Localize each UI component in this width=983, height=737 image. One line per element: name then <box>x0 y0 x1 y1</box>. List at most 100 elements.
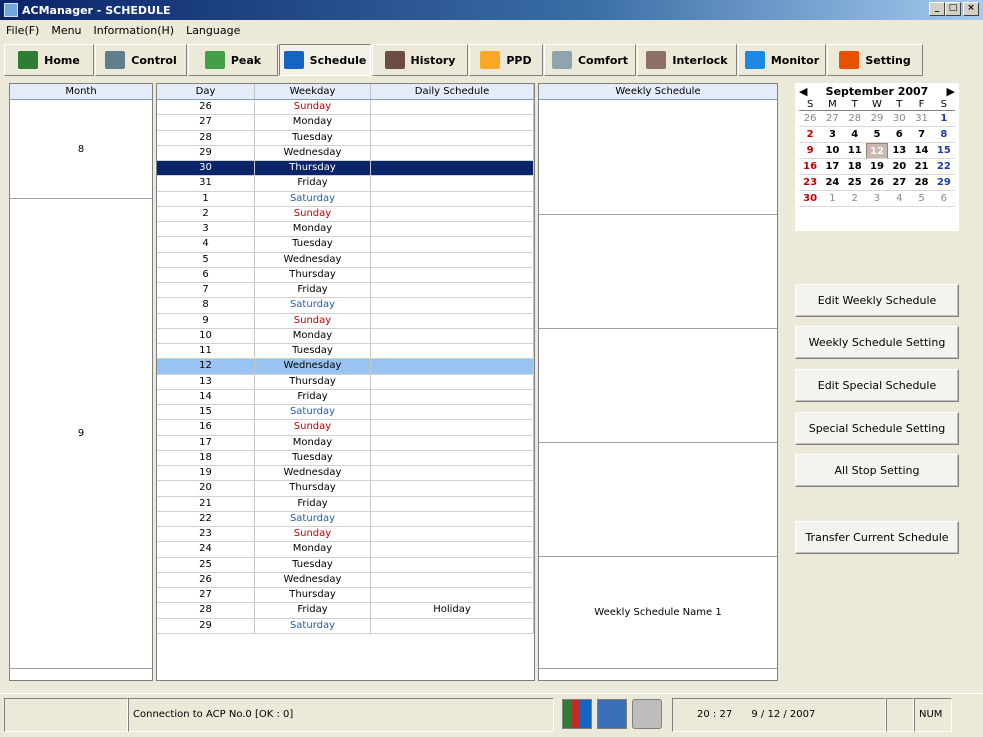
table-row[interactable]: 1 Saturday <box>157 191 534 207</box>
network-status-icon[interactable] <box>597 699 627 729</box>
table-row[interactable]: 12 Wednesday <box>157 359 534 375</box>
all-stop-setting-button[interactable]: All Stop Setting <box>795 454 959 487</box>
table-row[interactable]: 20 Thursday <box>157 481 534 497</box>
calendar-day[interactable]: 3 <box>821 127 844 143</box>
peak-status-icon[interactable] <box>562 699 592 729</box>
table-row[interactable]: 3 Monday <box>157 222 534 238</box>
calendar-day[interactable]: 4 <box>843 127 866 143</box>
table-row[interactable]: 8 Saturday <box>157 298 534 314</box>
prev-month-icon[interactable]: ◀ <box>799 85 807 98</box>
calendar-day[interactable]: 12 <box>865 143 889 159</box>
calendar-day[interactable]: 3 <box>865 191 889 207</box>
table-row[interactable]: 2 Sunday <box>157 206 534 222</box>
calendar-day[interactable]: 5 <box>910 191 933 207</box>
weekly-block[interactable] <box>539 101 777 215</box>
table-row[interactable]: 15 Saturday <box>157 405 534 421</box>
table-row[interactable]: 6 Thursday <box>157 267 534 283</box>
calendar-day[interactable]: 6 <box>888 127 911 143</box>
calendar-day[interactable]: 5 <box>865 127 889 143</box>
special-schedule-setting-button[interactable]: Special Schedule Setting <box>795 412 959 445</box>
calendar-day[interactable]: 1 <box>821 191 844 207</box>
table-row[interactable]: 21 Friday <box>157 496 534 512</box>
toolbar-peak-button[interactable]: Peak <box>188 44 278 76</box>
toolbar-control-button[interactable]: Control <box>95 44 187 76</box>
calendar-day[interactable]: 28 <box>910 175 933 191</box>
calendar-day[interactable]: 16 <box>799 159 822 175</box>
calendar-day[interactable]: 2 <box>843 191 866 207</box>
table-row[interactable]: 11 Tuesday <box>157 344 534 360</box>
table-row[interactable]: 26 Wednesday <box>157 572 534 588</box>
table-row[interactable]: 13 Thursday <box>157 374 534 390</box>
table-row[interactable]: 26 Sunday <box>157 100 534 116</box>
calendar-day[interactable]: 11 <box>843 143 866 159</box>
table-row[interactable]: 17 Monday <box>157 435 534 451</box>
menu-file[interactable]: File(F) <box>0 24 45 37</box>
table-row[interactable]: 28 Tuesday <box>157 130 534 146</box>
calendar-day[interactable]: 10 <box>821 143 844 159</box>
weekly-schedule-setting-button[interactable]: Weekly Schedule Setting <box>795 326 959 359</box>
table-row[interactable]: 28 Friday Holiday <box>157 603 534 619</box>
toolbar-monitor-button[interactable]: Monitor <box>738 44 826 76</box>
toolbar-home-button[interactable]: Home <box>4 44 94 76</box>
weekly-block[interactable] <box>539 329 777 443</box>
calendar-day[interactable]: 4 <box>888 191 911 207</box>
calendar-day[interactable]: 6 <box>932 191 955 207</box>
toolbar-ppd-button[interactable]: PPD <box>469 44 543 76</box>
calendar-day[interactable]: 2 <box>799 127 822 143</box>
minimize-button[interactable]: _ <box>929 2 945 16</box>
weekly-block[interactable]: Weekly Schedule Name 1 <box>539 557 777 669</box>
maximize-button[interactable]: □ <box>945 2 961 16</box>
calendar-day[interactable]: 25 <box>843 175 866 191</box>
table-row[interactable]: 4 Tuesday <box>157 237 534 253</box>
calendar-day[interactable]: 17 <box>821 159 844 175</box>
edit-weekly-schedule-button[interactable]: Edit Weekly Schedule <box>795 284 959 317</box>
table-row[interactable]: 29 Wednesday <box>157 145 534 161</box>
calendar-day[interactable]: 28 <box>843 111 866 127</box>
calendar-day[interactable]: 30 <box>888 111 911 127</box>
table-row[interactable]: 29 Saturday <box>157 618 534 634</box>
calendar-day[interactable]: 31 <box>910 111 933 127</box>
transfer-current-schedule-button[interactable]: Transfer Current Schedule <box>795 521 959 554</box>
month-cell[interactable]: 9 <box>10 199 152 669</box>
calendar-day[interactable]: 29 <box>932 175 955 191</box>
calendar-day[interactable]: 27 <box>821 111 844 127</box>
calendar-day[interactable]: 13 <box>888 143 911 159</box>
calendar-day[interactable]: 27 <box>888 175 911 191</box>
weekly-block[interactable] <box>539 215 777 329</box>
table-row[interactable]: 7 Friday <box>157 283 534 299</box>
calendar-day[interactable]: 8 <box>932 127 955 143</box>
table-row[interactable]: 22 Saturday <box>157 511 534 527</box>
close-button[interactable]: × <box>963 2 979 16</box>
calendar-day[interactable]: 20 <box>888 159 911 175</box>
calendar-day[interactable]: 9 <box>799 143 822 159</box>
menu-menu[interactable]: Menu <box>45 24 87 37</box>
calendar-day[interactable]: 29 <box>865 111 889 127</box>
table-row[interactable]: 14 Friday <box>157 389 534 405</box>
month-cell[interactable]: 8 <box>10 101 152 199</box>
toolbar-setting-button[interactable]: Setting <box>827 44 923 76</box>
menu-information[interactable]: Information(H) <box>88 24 181 37</box>
toolbar-history-button[interactable]: History <box>372 44 468 76</box>
toolbar-interlock-button[interactable]: Interlock <box>637 44 737 76</box>
next-month-icon[interactable]: ▶ <box>947 85 955 98</box>
calendar-day[interactable]: 22 <box>932 159 955 175</box>
toolbar-schedule-button[interactable]: Schedule <box>279 44 371 76</box>
table-row[interactable]: 24 Monday <box>157 542 534 558</box>
calendar-day[interactable]: 19 <box>865 159 889 175</box>
calendar-day[interactable]: 30 <box>799 191 822 207</box>
calendar-day[interactable]: 7 <box>910 127 933 143</box>
calendar-day[interactable]: 26 <box>865 175 889 191</box>
table-row[interactable]: 25 Tuesday <box>157 557 534 573</box>
calendar-day[interactable]: 1 <box>932 111 955 127</box>
toolbar-comfort-button[interactable]: Comfort <box>544 44 636 76</box>
table-row[interactable]: 31 Friday <box>157 176 534 192</box>
table-row[interactable]: 18 Tuesday <box>157 450 534 466</box>
table-row[interactable]: 10 Monday <box>157 328 534 344</box>
calendar-day[interactable]: 26 <box>799 111 822 127</box>
weekly-block[interactable] <box>539 443 777 557</box>
table-row[interactable]: 30 Thursday <box>157 161 534 177</box>
table-row[interactable]: 9 Sunday <box>157 313 534 329</box>
calendar-day[interactable]: 23 <box>799 175 822 191</box>
edit-special-schedule-button[interactable]: Edit Special Schedule <box>795 369 959 402</box>
table-row[interactable]: 23 Sunday <box>157 527 534 543</box>
